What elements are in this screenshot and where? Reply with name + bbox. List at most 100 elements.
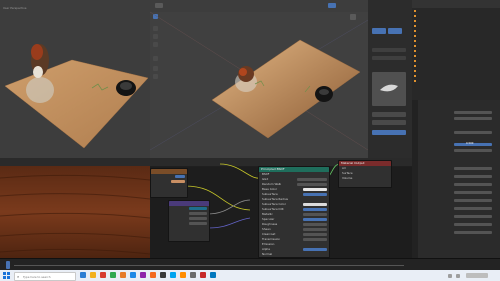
metallic-label: Metallic — [262, 212, 273, 216]
sidebar-field[interactable] — [372, 48, 406, 52]
outliner-item[interactable] — [414, 45, 417, 49]
property-row-selected[interactable] — [420, 142, 498, 146]
outliner-item[interactable] — [414, 50, 417, 54]
sidebar-panel[interactable] — [368, 0, 412, 158]
image-editor[interactable] — [0, 158, 150, 258]
outliner[interactable] — [412, 0, 500, 100]
sidebar-field[interactable] — [372, 56, 406, 60]
principled-bsdf-node[interactable]: Principled BSDF BSDF GGX Random Walk Bas… — [258, 166, 330, 258]
left-scene — [4, 44, 149, 149]
property-row[interactable] — [420, 206, 498, 210]
image-texture-node[interactable] — [150, 168, 188, 198]
wood-plane — [211, 39, 361, 139]
sheen-label: Sheen — [262, 227, 271, 231]
taskbar: ⌕ Type here to search — [0, 270, 500, 281]
property-row[interactable] — [420, 174, 498, 178]
subsurface-ior-label: Subsurface IOR — [262, 207, 284, 211]
outliner-item[interactable] — [414, 65, 417, 69]
properties-tabs[interactable] — [412, 100, 418, 258]
wood-texture — [0, 166, 150, 258]
timeline-ruler — [14, 265, 404, 266]
outliner-item[interactable] — [414, 40, 417, 44]
specular-label: Specular — [262, 217, 275, 221]
taskbar-clock[interactable] — [466, 273, 488, 278]
timeline-playhead[interactable] — [6, 261, 10, 269]
base-color-label: Base Color — [262, 187, 278, 191]
outliner-header — [412, 0, 500, 8]
output-volume-row: Volume — [342, 176, 353, 180]
center-3d-viewport[interactable] — [150, 0, 368, 158]
taskbar-app-icon[interactable] — [200, 272, 206, 278]
light-icon — [380, 84, 398, 92]
clearcoat-label: Clearcoat — [262, 232, 276, 236]
alpha-label: Alpha — [262, 247, 270, 251]
property-row[interactable] — [420, 116, 498, 120]
taskbar-app-icon[interactable] — [100, 272, 106, 278]
search-icon: ⌕ — [17, 274, 20, 279]
outliner-item[interactable] — [414, 25, 417, 29]
taskbar-app-icon[interactable] — [130, 272, 136, 278]
outliner-item[interactable] — [414, 60, 417, 64]
properties-editor[interactable]: 0.500 — [412, 100, 500, 258]
property-row[interactable] — [420, 214, 498, 218]
subsurface-label: Subsurface — [262, 192, 278, 196]
taskbar-app-icon[interactable] — [160, 272, 166, 278]
taskbar-app-icon[interactable] — [150, 272, 156, 278]
property-row[interactable] — [420, 198, 498, 202]
taskbar-app-icon[interactable] — [140, 272, 146, 278]
glass-ball — [26, 77, 54, 103]
center-scene — [150, 11, 368, 151]
outliner-item[interactable] — [414, 75, 417, 79]
property-row[interactable] — [420, 148, 498, 152]
outliner-item[interactable] — [414, 15, 417, 19]
taskbar-app-icon[interactable] — [110, 272, 116, 278]
property-row[interactable] — [420, 190, 498, 194]
search-placeholder: Type here to search — [23, 274, 51, 279]
material-output-node[interactable]: Material Output All Surface Volume — [338, 160, 392, 188]
roughness-label: Roughness — [262, 222, 278, 226]
outliner-item[interactable] — [414, 80, 417, 84]
outliner-item[interactable] — [414, 35, 417, 39]
normal-row[interactable]: Normal — [259, 252, 329, 257]
subsurface-color-label: Subsurface Color — [262, 202, 286, 206]
taskbar-app-icon[interactable] — [90, 272, 96, 278]
outliner-item[interactable] — [414, 10, 417, 14]
outliner-item[interactable] — [414, 20, 417, 24]
sidebar-button[interactable] — [372, 120, 406, 125]
property-row[interactable] — [420, 110, 498, 114]
taskbar-search[interactable]: ⌕ Type here to search — [14, 272, 76, 281]
property-row[interactable] — [420, 166, 498, 170]
property-row[interactable] — [420, 182, 498, 186]
left-3d-viewport[interactable]: User Perspective — [0, 0, 150, 158]
transmission-label: Transmission — [262, 237, 281, 241]
distribution-label: GGX — [262, 177, 269, 181]
outliner-item[interactable] — [414, 70, 417, 74]
windows-icon[interactable] — [3, 272, 10, 279]
outliner-item[interactable] — [414, 55, 417, 59]
subsurface-radius-label: Subsurface Radius — [262, 197, 288, 201]
taskbar-app-icon[interactable] — [180, 272, 186, 278]
sidebar-button[interactable] — [372, 112, 406, 117]
taskbar-app-icon[interactable] — [210, 272, 216, 278]
emission-label: Emission — [262, 242, 275, 246]
taskbar-tray-icon[interactable] — [448, 273, 452, 278]
property-row[interactable] — [420, 222, 498, 226]
subsurface-method-label: Random Walk — [262, 182, 282, 186]
taskbar-app-icon[interactable] — [80, 272, 86, 278]
taskbar-tray-icon[interactable] — [456, 273, 460, 278]
selected-value: 0.500 — [466, 142, 474, 145]
shader-editor[interactable]: Principled BSDF BSDF GGX Random Walk Bas… — [150, 158, 412, 258]
sidebar-tab[interactable] — [388, 28, 402, 34]
taskbar-app-icon[interactable] — [170, 272, 176, 278]
taskbar-app-icon[interactable] — [190, 272, 196, 278]
sidebar-tab-active[interactable] — [372, 28, 386, 34]
mapping-node[interactable] — [168, 200, 210, 242]
node-row — [169, 221, 209, 226]
outliner-item[interactable] — [414, 30, 417, 34]
sidebar-button-active[interactable] — [372, 130, 406, 135]
property-row[interactable] — [420, 130, 498, 134]
property-row[interactable] — [420, 230, 498, 234]
normal-label: Normal — [262, 252, 273, 256]
taskbar-app-icon[interactable] — [120, 272, 126, 278]
node-row — [151, 179, 187, 184]
